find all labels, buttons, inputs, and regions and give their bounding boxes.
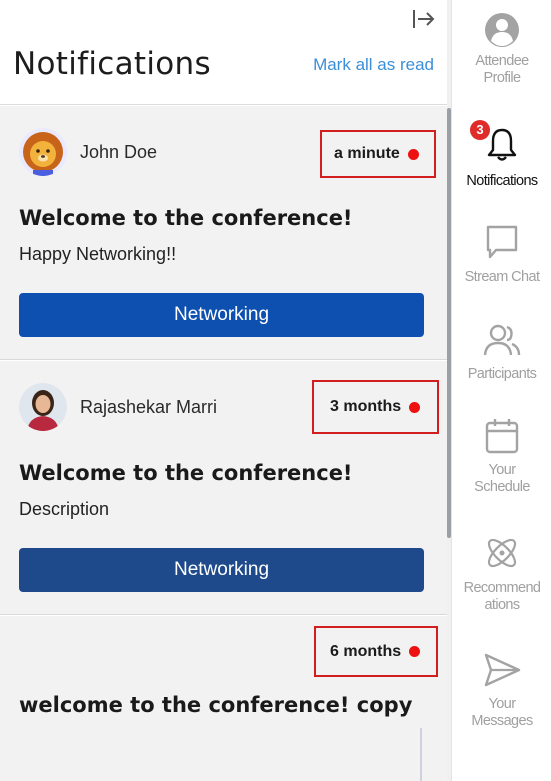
- sender-name: Rajashekar Marri: [80, 397, 218, 417]
- notification-card: 6 months welcome to the conference! copy: [0, 616, 447, 781]
- person-photo-icon: [19, 383, 67, 431]
- notification-title: welcome to the conference! copy: [19, 693, 413, 717]
- timestamp: 6 months: [330, 642, 402, 660]
- sidebar-item-label: ations: [484, 597, 520, 613]
- sidebar-item-stream-chat[interactable]: Stream Chat: [452, 222, 551, 286]
- networking-button[interactable]: Networking: [19, 548, 424, 592]
- sidebar-item-label: Participants: [467, 366, 537, 382]
- chat-bubble-icon: [486, 225, 518, 259]
- sidebar-item-attendee-profile[interactable]: Attendee Profile: [452, 10, 551, 87]
- sidebar-item-recommendations[interactable]: Recommend ations: [452, 533, 551, 614]
- content-divider: [420, 728, 422, 781]
- timestamp: a minute: [334, 145, 400, 162]
- sidebar-item-participants[interactable]: Participants: [452, 320, 551, 383]
- right-sidebar: Attendee Profile 3 Notifications Stream …: [451, 0, 551, 781]
- avatar: [19, 383, 67, 431]
- sidebar-item-your-messages[interactable]: Your Messages: [452, 650, 551, 730]
- time-highlight: a minute: [320, 130, 436, 178]
- page-title: Notifications: [13, 46, 211, 82]
- sidebar-item-label: Your: [488, 462, 517, 478]
- lion-avatar-icon: [19, 128, 67, 176]
- sidebar-item-label: Attendee: [475, 53, 529, 69]
- notification-count-badge: 3: [470, 120, 490, 140]
- avatar: [19, 128, 67, 176]
- sidebar-item-label: Profile: [483, 70, 522, 86]
- notification-description: Happy Networking!!: [19, 244, 177, 264]
- time-highlight: 6 months: [314, 626, 438, 677]
- user-circle-icon: [485, 13, 519, 47]
- send-icon: [484, 653, 521, 687]
- sidebar-item-label: Recommend: [463, 580, 541, 596]
- sidebar-item-your-schedule[interactable]: Your Schedule: [452, 416, 551, 496]
- sidebar-item-label: Schedule: [474, 479, 530, 495]
- people-icon: [483, 324, 521, 356]
- atom-icon: [487, 538, 517, 568]
- sidebar-item-notifications[interactable]: 3 Notifications: [452, 120, 551, 190]
- unread-dot-icon: [407, 148, 419, 160]
- mark-all-read-link[interactable]: Mark all as read: [313, 55, 434, 75]
- notification-description: Description: [19, 499, 110, 519]
- unread-dot-icon: [409, 401, 421, 413]
- timestamp: 3 months: [330, 398, 402, 415]
- sidebar-item-label: Messages: [471, 713, 533, 729]
- notification-card: John Doe a minute Welcome to the confere…: [0, 106, 447, 360]
- collapse-panel-icon[interactable]: [412, 8, 436, 30]
- networking-button[interactable]: Networking: [19, 293, 424, 337]
- sender-name: John Doe: [80, 142, 158, 162]
- notifications-header: Notifications Mark all as read: [0, 0, 447, 105]
- sidebar-item-label: Stream Chat: [464, 269, 540, 285]
- notifications-panel: Notifications Mark all as read John Doe …: [0, 0, 447, 781]
- unread-dot-icon: [409, 646, 421, 657]
- notification-title: Welcome to the conference!: [19, 206, 353, 230]
- calendar-icon: [485, 419, 519, 454]
- notification-card: Rajashekar Marri 3 months Welcome to the…: [0, 361, 447, 615]
- notification-title: Welcome to the conference!: [19, 461, 353, 485]
- sidebar-item-label: Your: [488, 696, 517, 712]
- sidebar-item-label: Notifications: [466, 173, 538, 189]
- time-highlight: 3 months: [312, 380, 439, 434]
